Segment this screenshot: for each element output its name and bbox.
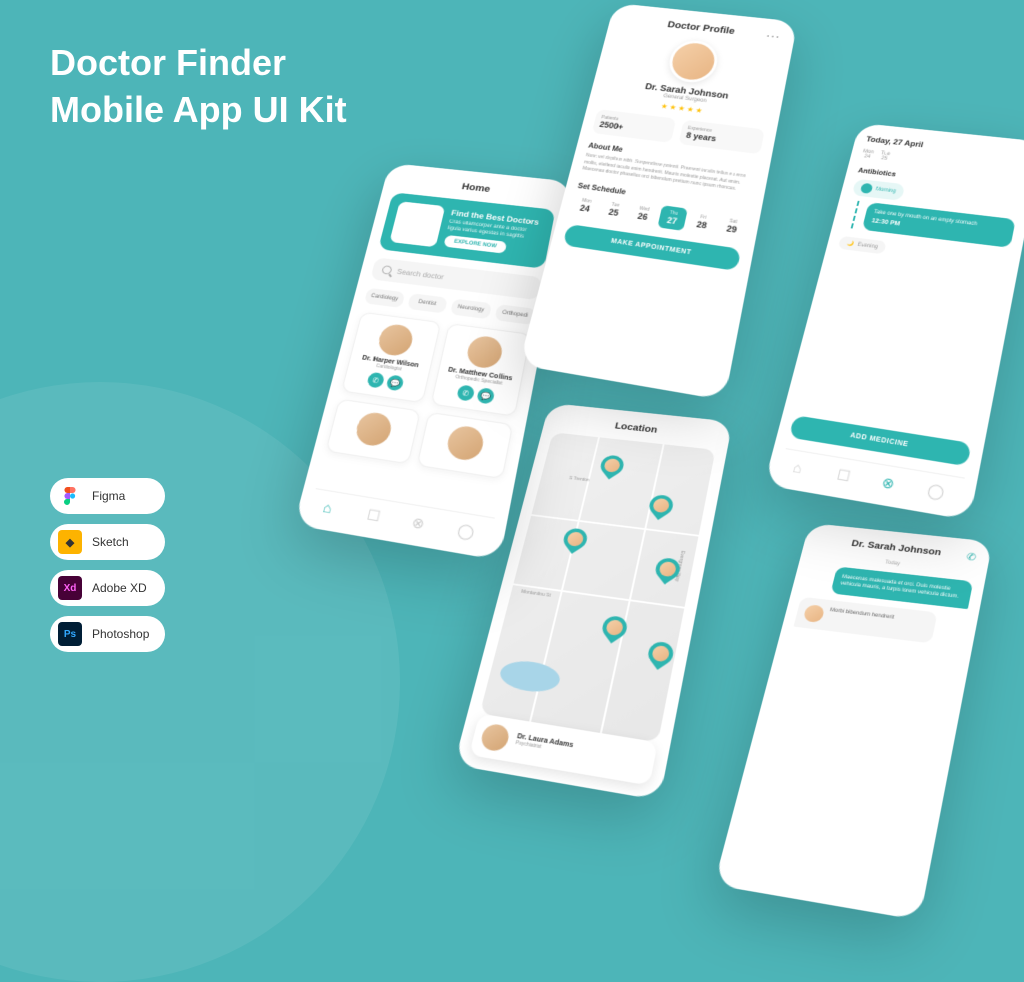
street-label: Montanitou St <box>520 589 551 598</box>
day-box[interactable]: Mon24 <box>570 193 600 218</box>
nav-profile-icon[interactable]: ◯ <box>455 521 480 545</box>
hero-image <box>389 201 445 247</box>
screen-profile: Doctor Profile ⋮ Dr. Sarah Johnson Gener… <box>519 3 798 400</box>
date-header: Today, 27 April <box>865 135 1024 160</box>
doctor-card[interactable] <box>325 399 420 465</box>
category-chip[interactable]: Dentist <box>407 293 448 313</box>
profile-avatar <box>665 38 721 84</box>
nav-chat-icon[interactable]: ☐ <box>365 506 390 530</box>
avatar <box>353 411 394 448</box>
menu-icon[interactable]: ⋮ <box>765 30 782 41</box>
day-box[interactable]: Tue25 <box>599 197 629 222</box>
map-pin[interactable] <box>644 638 678 670</box>
profile-name: Dr. Sarah Johnson <box>604 78 772 107</box>
day-box[interactable]: Wed26 <box>628 201 658 227</box>
map-pin[interactable] <box>596 452 627 480</box>
evening-badge: 🌙Evening <box>838 236 887 255</box>
today-label: Today <box>812 552 976 575</box>
header-home: Home <box>395 175 559 202</box>
screen-medicine: Today, 27 April Mon24 Tue25 Antibiotics … <box>764 123 1024 520</box>
doctor-card[interactable]: Dr. Matthew Collins Orthopedic Specialis… <box>430 323 531 416</box>
header-location: Location <box>555 415 719 442</box>
hero-card[interactable]: Find the Best Doctors Cras ullamcorper a… <box>378 192 555 269</box>
search-placeholder: Search doctor <box>396 267 444 280</box>
hero-title: Find the Best Doctors <box>450 208 544 226</box>
about-text: Nunc vel dapibus nibh. Suspendisse poten… <box>581 153 755 196</box>
nav-pill-icon[interactable]: ⊗ <box>879 474 904 498</box>
map-pin[interactable] <box>645 491 677 520</box>
day-box-selected[interactable]: Thu27 <box>657 205 688 231</box>
header-profile: Doctor Profile <box>620 15 784 42</box>
call-button[interactable]: ✆ <box>366 372 385 389</box>
nav-home-icon[interactable]: ⌂ <box>790 459 815 482</box>
chat-button[interactable]: 💬 <box>476 387 495 404</box>
chat-button[interactable]: 💬 <box>386 374 405 391</box>
profile-title: General Surgeon <box>602 87 769 112</box>
medicine-card[interactable]: Take one by mouth on an empty stomach 12… <box>862 202 1016 248</box>
bottom-nav: ⌂ ☐ ⊗ ◯ <box>308 488 494 548</box>
timeline-day[interactable]: Tue25 <box>879 151 891 162</box>
categories-row: Cardiology Dentist Neurology Orthopedi <box>364 288 536 325</box>
explore-button[interactable]: EXPLORE NOW <box>443 235 507 254</box>
star-rating: ★★★★★ <box>600 95 768 123</box>
doctor-card[interactable] <box>417 412 514 479</box>
avatar <box>803 604 826 623</box>
chat-header-name: Dr. Sarah Johnson <box>815 535 979 562</box>
chat-message-received: Morbi bibendum hendrerit <box>794 597 938 644</box>
sun-icon <box>860 183 873 194</box>
screen-chat: Dr. Sarah Johnson ✆ Today Maecenas males… <box>714 523 993 920</box>
street-label: S Trenton <box>569 476 590 483</box>
nav-chat-icon[interactable]: ☐ <box>835 466 860 490</box>
medicine-section-title: Antibiotics <box>857 167 1022 193</box>
phone-call-icon[interactable]: ✆ <box>965 551 977 563</box>
avatar <box>376 323 416 358</box>
search-icon <box>381 265 392 275</box>
day-box[interactable]: Fri28 <box>687 209 718 235</box>
doctor-card[interactable]: Dr. Harper Wilson Cardiologist ✆ 💬 <box>341 312 441 403</box>
timeline-day[interactable]: Mon24 <box>861 149 874 160</box>
nav-pill-icon[interactable]: ⊗ <box>409 514 434 538</box>
category-chip[interactable]: Neurology <box>450 299 492 320</box>
day-box[interactable]: Sat29 <box>717 213 748 239</box>
chat-message-sent: Maecenas malesuada et orci. Duis molesti… <box>830 566 973 609</box>
stat-patients: Patients 2500+ <box>592 109 677 143</box>
category-chip[interactable]: Cardiology <box>364 288 405 308</box>
stat-experience: Experience 8 years <box>678 120 764 155</box>
avatar <box>445 424 486 462</box>
hero-desc: Cras ullamcorper ante a doctor ligula va… <box>447 219 542 242</box>
avatar <box>465 334 505 369</box>
about-title: About Me <box>587 141 758 171</box>
avatar <box>479 723 511 753</box>
search-input[interactable]: Search doctor <box>370 257 542 300</box>
nav-home-icon[interactable]: ⌂ <box>320 499 345 522</box>
nav-profile-icon[interactable]: ◯ <box>925 481 950 505</box>
map-pin[interactable] <box>559 524 591 553</box>
morning-badge: Morning <box>852 179 905 201</box>
map-water <box>497 658 563 696</box>
call-button[interactable]: ✆ <box>456 384 475 401</box>
